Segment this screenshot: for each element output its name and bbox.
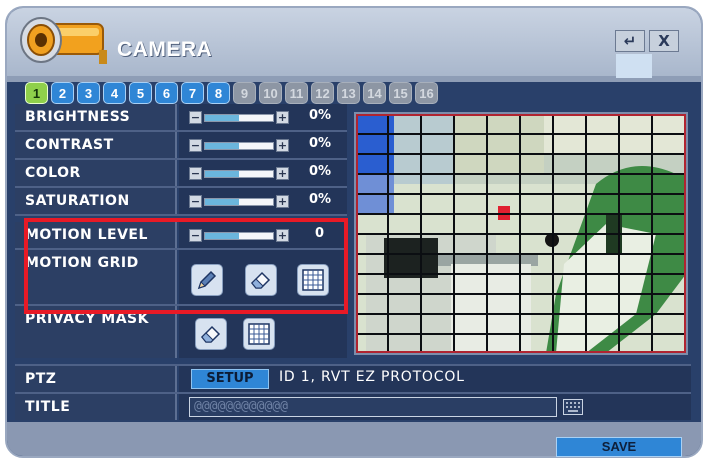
motion-level-slider[interactable]: − + xyxy=(189,229,289,242)
brightness-value: 0% xyxy=(309,108,332,123)
ptz-label: PTZ xyxy=(15,366,177,392)
privacy-mask-fill-button[interactable] xyxy=(243,318,275,350)
row-brightness: BRIGHTNESS − + 0% xyxy=(15,104,347,130)
camera-tab-16[interactable]: 16 xyxy=(415,82,438,104)
row-title: TITLE @@@@@@@@@@@@ xyxy=(15,394,691,420)
row-contrast: CONTRAST − + 0% xyxy=(15,132,347,158)
motion-level-value: 0 xyxy=(315,226,325,241)
contrast-value: 0% xyxy=(309,136,332,151)
motion-grid-overlay[interactable] xyxy=(356,114,686,353)
ptz-setup-button[interactable]: SETUP xyxy=(191,369,269,389)
motion-level-control: − + 0 xyxy=(179,222,347,248)
contrast-increase-button[interactable]: + xyxy=(276,139,289,152)
brightness-label: BRIGHTNESS xyxy=(15,104,177,130)
contrast-decrease-button[interactable]: − xyxy=(189,139,202,152)
saturation-decrease-button[interactable]: − xyxy=(189,195,202,208)
motion-level-increase-button[interactable]: + xyxy=(276,229,289,242)
saturation-slider[interactable]: − + xyxy=(189,195,289,208)
motion-level-decrease-button[interactable]: − xyxy=(189,229,202,242)
brightness-fill xyxy=(205,114,239,121)
privacy-mask-label: PRIVACY MASK xyxy=(15,306,177,358)
brightness-slider[interactable]: − + xyxy=(189,111,289,124)
motion-level-fill xyxy=(205,232,239,239)
saturation-control: − + 0% xyxy=(179,188,347,214)
motion-grid-fill-button[interactable] xyxy=(297,264,329,296)
row-divider xyxy=(15,214,347,216)
camera-tab-2[interactable]: 2 xyxy=(51,82,74,104)
motion-level-label: MOTION LEVEL xyxy=(15,222,177,248)
grid-icon xyxy=(248,323,270,345)
saturation-increase-button[interactable]: + xyxy=(276,195,289,208)
camera-tab-14[interactable]: 14 xyxy=(363,82,386,104)
camera-tab-4[interactable]: 4 xyxy=(103,82,126,104)
motion-grid-control xyxy=(179,250,347,304)
pencil-icon xyxy=(197,270,217,290)
row-color: COLOR − + 0% xyxy=(15,160,347,186)
brightness-track[interactable] xyxy=(204,113,274,122)
row-privacy-mask: PRIVACY MASK xyxy=(15,306,347,358)
contrast-track[interactable] xyxy=(204,141,274,150)
row-saturation: SATURATION − + 0% xyxy=(15,188,347,214)
color-value: 0% xyxy=(309,164,332,179)
color-increase-button[interactable]: + xyxy=(276,167,289,180)
title-label: TITLE xyxy=(15,394,177,420)
ptz-control: SETUP ID 1, RVT EZ PROTOCOL xyxy=(179,366,691,392)
camera-tab-11[interactable]: 11 xyxy=(285,82,308,104)
color-control: − + 0% xyxy=(179,160,347,186)
enter-button[interactable]: ↵ xyxy=(615,30,645,52)
color-decrease-button[interactable]: − xyxy=(189,167,202,180)
camera-tab-12[interactable]: 12 xyxy=(311,82,334,104)
privacy-mask-erase-button[interactable] xyxy=(195,318,227,350)
brightness-increase-button[interactable]: + xyxy=(276,111,289,124)
camera-tabs: 1 2 3 4 5 6 7 8 9 10 11 12 13 14 15 16 xyxy=(25,82,438,106)
color-track[interactable] xyxy=(204,169,274,178)
contrast-slider[interactable]: − + xyxy=(189,139,289,152)
saturation-fill xyxy=(205,198,239,205)
camera-tab-7[interactable]: 7 xyxy=(181,82,204,104)
contrast-label: CONTRAST xyxy=(15,132,177,158)
color-fill xyxy=(205,170,239,177)
camera-tab-6[interactable]: 6 xyxy=(155,82,178,104)
title-control: @@@@@@@@@@@@ xyxy=(179,394,691,420)
contrast-control: − + 0% xyxy=(179,132,347,158)
brightness-decrease-button[interactable]: − xyxy=(189,111,202,124)
saturation-track[interactable] xyxy=(204,197,274,206)
brightness-control: − + 0% xyxy=(179,104,347,130)
color-label: COLOR xyxy=(15,160,177,186)
camera-tab-10[interactable]: 10 xyxy=(259,82,282,104)
motion-grid-label: MOTION GRID xyxy=(15,250,177,304)
camera-icon xyxy=(20,17,107,64)
motion-grid-draw-button[interactable] xyxy=(191,264,223,296)
window-title: CAMERA xyxy=(117,38,213,61)
save-button[interactable]: SAVE xyxy=(556,437,682,457)
keyboard-icon[interactable] xyxy=(563,399,583,415)
row-ptz: PTZ SETUP ID 1, RVT EZ PROTOCOL xyxy=(15,366,691,392)
title-input[interactable]: @@@@@@@@@@@@ xyxy=(189,397,557,417)
camera-tab-8[interactable]: 8 xyxy=(207,82,230,104)
grid-icon xyxy=(302,269,324,291)
eraser-icon xyxy=(200,325,221,343)
camera-tab-9[interactable]: 9 xyxy=(233,82,256,104)
saturation-value: 0% xyxy=(309,192,332,207)
camera-tab-1[interactable]: 1 xyxy=(25,82,48,104)
saturation-label: SATURATION xyxy=(15,188,177,214)
title-bar-panel xyxy=(616,54,652,78)
close-button[interactable]: X xyxy=(649,30,679,52)
eraser-icon xyxy=(250,271,271,289)
title-bar xyxy=(7,8,701,76)
motion-grid-erase-button[interactable] xyxy=(245,264,277,296)
motion-level-track[interactable] xyxy=(204,231,274,240)
camera-tab-3[interactable]: 3 xyxy=(77,82,100,104)
camera-tab-15[interactable]: 15 xyxy=(389,82,412,104)
camera-tab-13[interactable]: 13 xyxy=(337,82,360,104)
ptz-info: ID 1, RVT EZ PROTOCOL xyxy=(279,369,465,385)
row-motion-level: MOTION LEVEL − + 0 xyxy=(15,222,347,248)
privacy-mask-control xyxy=(179,306,347,358)
contrast-fill xyxy=(205,142,239,149)
color-slider[interactable]: − + xyxy=(189,167,289,180)
row-motion-grid: MOTION GRID xyxy=(15,250,347,304)
camera-preview[interactable] xyxy=(354,112,688,355)
camera-tab-5[interactable]: 5 xyxy=(129,82,152,104)
